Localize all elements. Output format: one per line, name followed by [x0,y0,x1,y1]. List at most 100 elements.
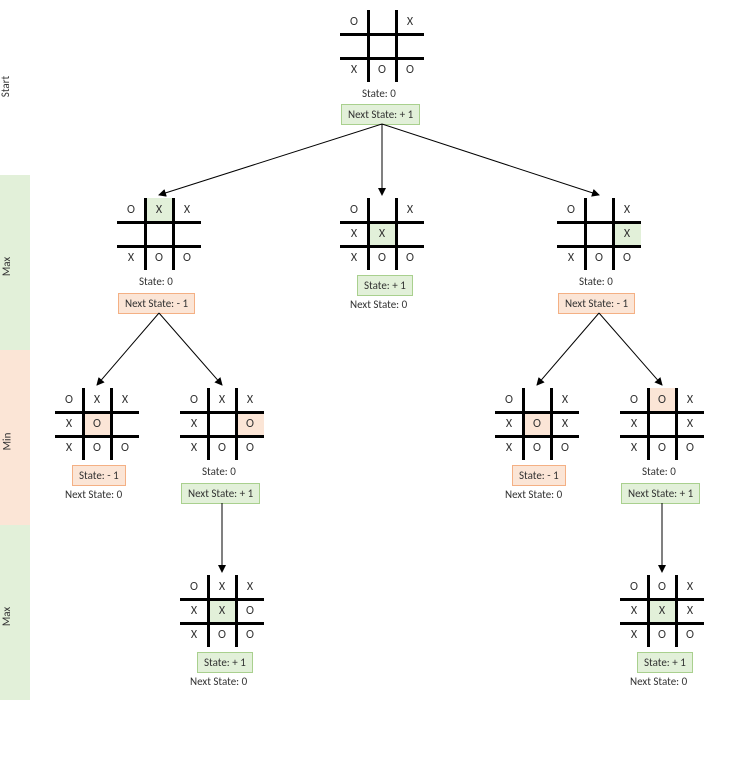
board-cell [557,222,585,246]
board-cell: O [55,388,83,412]
board-cell: O [117,198,145,222]
board-cell [208,412,236,436]
next-max-a: Next State: - 1 [118,293,195,314]
board-cell: X [340,246,368,270]
board-cell: X [208,388,236,412]
board-cell: O [145,246,173,270]
next-root: Next State: + 1 [341,104,420,125]
next-max-c: Next State: - 1 [558,293,635,314]
board-cell: X [340,58,368,82]
board-cell: O [676,623,704,647]
board-cell: X [676,388,704,412]
board-cell: O [648,623,676,647]
board-max2-c: OOXXXXXOO [620,575,704,647]
board-cell: O [396,246,424,270]
board-cell: X [557,246,585,270]
state-max2-a: State: + 1 [197,652,253,673]
board-cell: X [396,198,424,222]
level-label-min: Min [0,433,13,451]
board-cell: O [648,388,676,412]
board-cell: X [117,246,145,270]
board-cell: O [648,575,676,599]
level-label-max2: Max [0,607,13,626]
board-cell: X [55,436,83,460]
next-min-a1: Next State: 0 [65,488,122,501]
board-cell: X [620,412,648,436]
board-cell: X [180,412,208,436]
board-cell: X [396,10,424,34]
board-cell [396,34,424,58]
board-cell: X [495,412,523,436]
board-cell: X [236,575,264,599]
board-cell: X [340,222,368,246]
state-max2-c: State: + 1 [637,652,693,673]
state-root: State: 0 [362,87,396,100]
board-cell: O [368,246,396,270]
state-max-c: State: 0 [579,275,613,288]
level-label-start: Start [0,76,12,97]
next-max2-c: Next State: 0 [630,675,687,688]
board-cell: X [236,388,264,412]
board-cell [585,198,613,222]
board-cell [145,222,173,246]
board-cell [111,412,139,436]
board-cell: X [551,388,579,412]
board-cell: X [620,599,648,623]
board-cell: O [180,388,208,412]
board-cell [173,222,201,246]
board-cell: X [368,222,396,246]
board-cell: O [83,436,111,460]
board-min-a1: OXXXOXOO [55,388,139,460]
level-label-max1: Max [0,257,13,276]
board-cell: O [236,623,264,647]
board-cell: X [620,623,648,647]
board-cell: X [111,388,139,412]
board-cell [648,412,676,436]
board-cell: O [180,575,208,599]
board-max2-a: OXXXXOXOO [180,575,264,647]
state-min-c1: State: - 1 [512,465,566,486]
board-cell: O [648,436,676,460]
board-cell: O [551,436,579,460]
state-min-c2: State: 0 [642,465,676,478]
board-cell: O [83,412,111,436]
board-cell: O [368,58,396,82]
next-max-b: Next State: 0 [350,298,407,311]
board-cell: O [236,436,264,460]
board-cell: X [676,575,704,599]
board-cell: X [620,436,648,460]
board-max-c: OXXXOO [557,198,641,270]
state-min-a2: State: 0 [202,465,236,478]
board-min-a2: OXXXOXOO [180,388,264,460]
board-cell: X [180,436,208,460]
board-cell: X [648,599,676,623]
board-cell: O [236,599,264,623]
board-cell: X [180,599,208,623]
board-cell: X [180,623,208,647]
board-cell [368,10,396,34]
board-cell: O [585,246,613,270]
next-min-a2: Next State: + 1 [181,483,260,504]
board-cell: O [620,575,648,599]
board-cell: O [236,412,264,436]
board-cell [117,222,145,246]
board-cell: O [495,388,523,412]
next-min-c2: Next State: + 1 [621,483,700,504]
board-min-c1: OXXOXXOO [495,388,579,460]
board-cell: X [145,198,173,222]
board-max-a: OXXXOO [117,198,201,270]
board-cell: O [111,436,139,460]
board-cell: O [208,623,236,647]
board-cell: X [551,412,579,436]
board-cell: O [676,436,704,460]
board-cell: X [173,198,201,222]
board-cell: O [340,198,368,222]
board-cell [585,222,613,246]
board-cell [396,222,424,246]
state-min-a1: State: - 1 [72,465,126,486]
board-cell [368,34,396,58]
board-cell [368,198,396,222]
board-cell: X [676,412,704,436]
board-cell: O [173,246,201,270]
next-min-c1: Next State: 0 [505,488,562,501]
